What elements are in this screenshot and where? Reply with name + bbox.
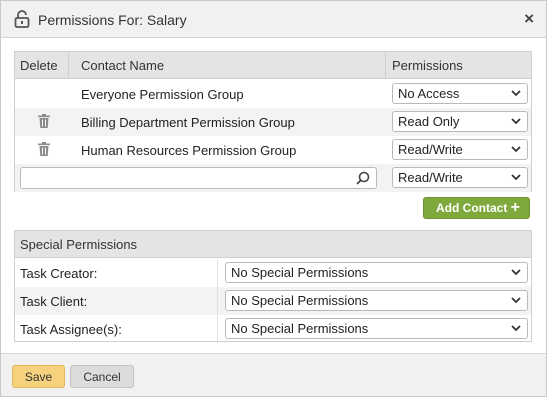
contact-search-input[interactable] — [25, 169, 345, 187]
plus-icon: + — [510, 199, 520, 216]
contact-name: Everyone Permission Group — [81, 87, 244, 102]
table-row: Everyone Permission Group No Access — [15, 80, 531, 108]
save-button[interactable]: Save — [12, 365, 65, 388]
dialog-title: Permissions For: Salary — [38, 12, 187, 28]
table-row: Billing Department Permission Group Read… — [15, 108, 531, 136]
table-row: Human Resources Permission Group Read/Wr… — [15, 136, 531, 164]
special-row-task-creator: Task Creator: No Special Permissions — [15, 259, 531, 287]
contact-name: Billing Department Permission Group — [81, 115, 295, 130]
permissions-dialog: Permissions For: Salary × Delete Contact… — [0, 0, 547, 397]
chevron-down-icon — [511, 174, 521, 181]
search-icon[interactable] — [356, 171, 370, 185]
header-permissions: Permissions — [392, 58, 463, 73]
chevron-down-icon — [511, 90, 521, 97]
task-creator-select[interactable]: No Special Permissions — [225, 262, 528, 283]
chevron-down-icon — [511, 118, 521, 125]
table-header: Delete Contact Name Permissions — [15, 52, 531, 79]
special-permissions-header: Special Permissions — [15, 231, 531, 258]
chevron-down-icon — [511, 297, 521, 304]
task-assignee-select[interactable]: No Special Permissions — [225, 318, 528, 339]
header-contact-name: Contact Name — [81, 58, 165, 73]
close-icon[interactable]: × — [524, 10, 534, 28]
special-label: Task Creator: — [20, 266, 98, 281]
add-contact-button[interactable]: Add Contact + — [423, 197, 530, 219]
special-row-task-client: Task Client: No Special Permissions — [15, 287, 531, 315]
dialog-footer: Save Cancel — [1, 353, 546, 396]
permission-select[interactable]: No Access — [392, 83, 528, 104]
new-permission-select[interactable]: Read/Write — [392, 167, 528, 188]
chevron-down-icon — [511, 146, 521, 153]
permissions-table: Delete Contact Name Permissions Everyone… — [14, 51, 532, 192]
special-row-task-assignee: Task Assignee(s): No Special Permissions — [15, 315, 531, 343]
chevron-down-icon — [511, 325, 521, 332]
chevron-down-icon — [511, 269, 521, 276]
permission-select[interactable]: Read/Write — [392, 139, 528, 160]
special-label: Task Assignee(s): — [20, 322, 122, 337]
special-label: Task Client: — [20, 294, 88, 309]
permission-select[interactable]: Read Only — [392, 111, 528, 132]
trash-icon[interactable] — [38, 114, 50, 128]
trash-icon[interactable] — [38, 142, 50, 156]
header-delete: Delete — [20, 58, 58, 73]
cancel-button[interactable]: Cancel — [70, 365, 134, 388]
contact-search-field[interactable] — [20, 167, 377, 189]
dialog-titlebar: Permissions For: Salary × — [1, 1, 546, 38]
task-client-select[interactable]: No Special Permissions — [225, 290, 528, 311]
special-permissions-title: Special Permissions — [20, 237, 138, 252]
contact-name: Human Resources Permission Group — [81, 143, 297, 158]
unlock-icon — [14, 10, 30, 28]
special-permissions-panel: Special Permissions Task Creator: No Spe… — [14, 230, 532, 343]
new-contact-row: Read/Write — [15, 164, 531, 192]
